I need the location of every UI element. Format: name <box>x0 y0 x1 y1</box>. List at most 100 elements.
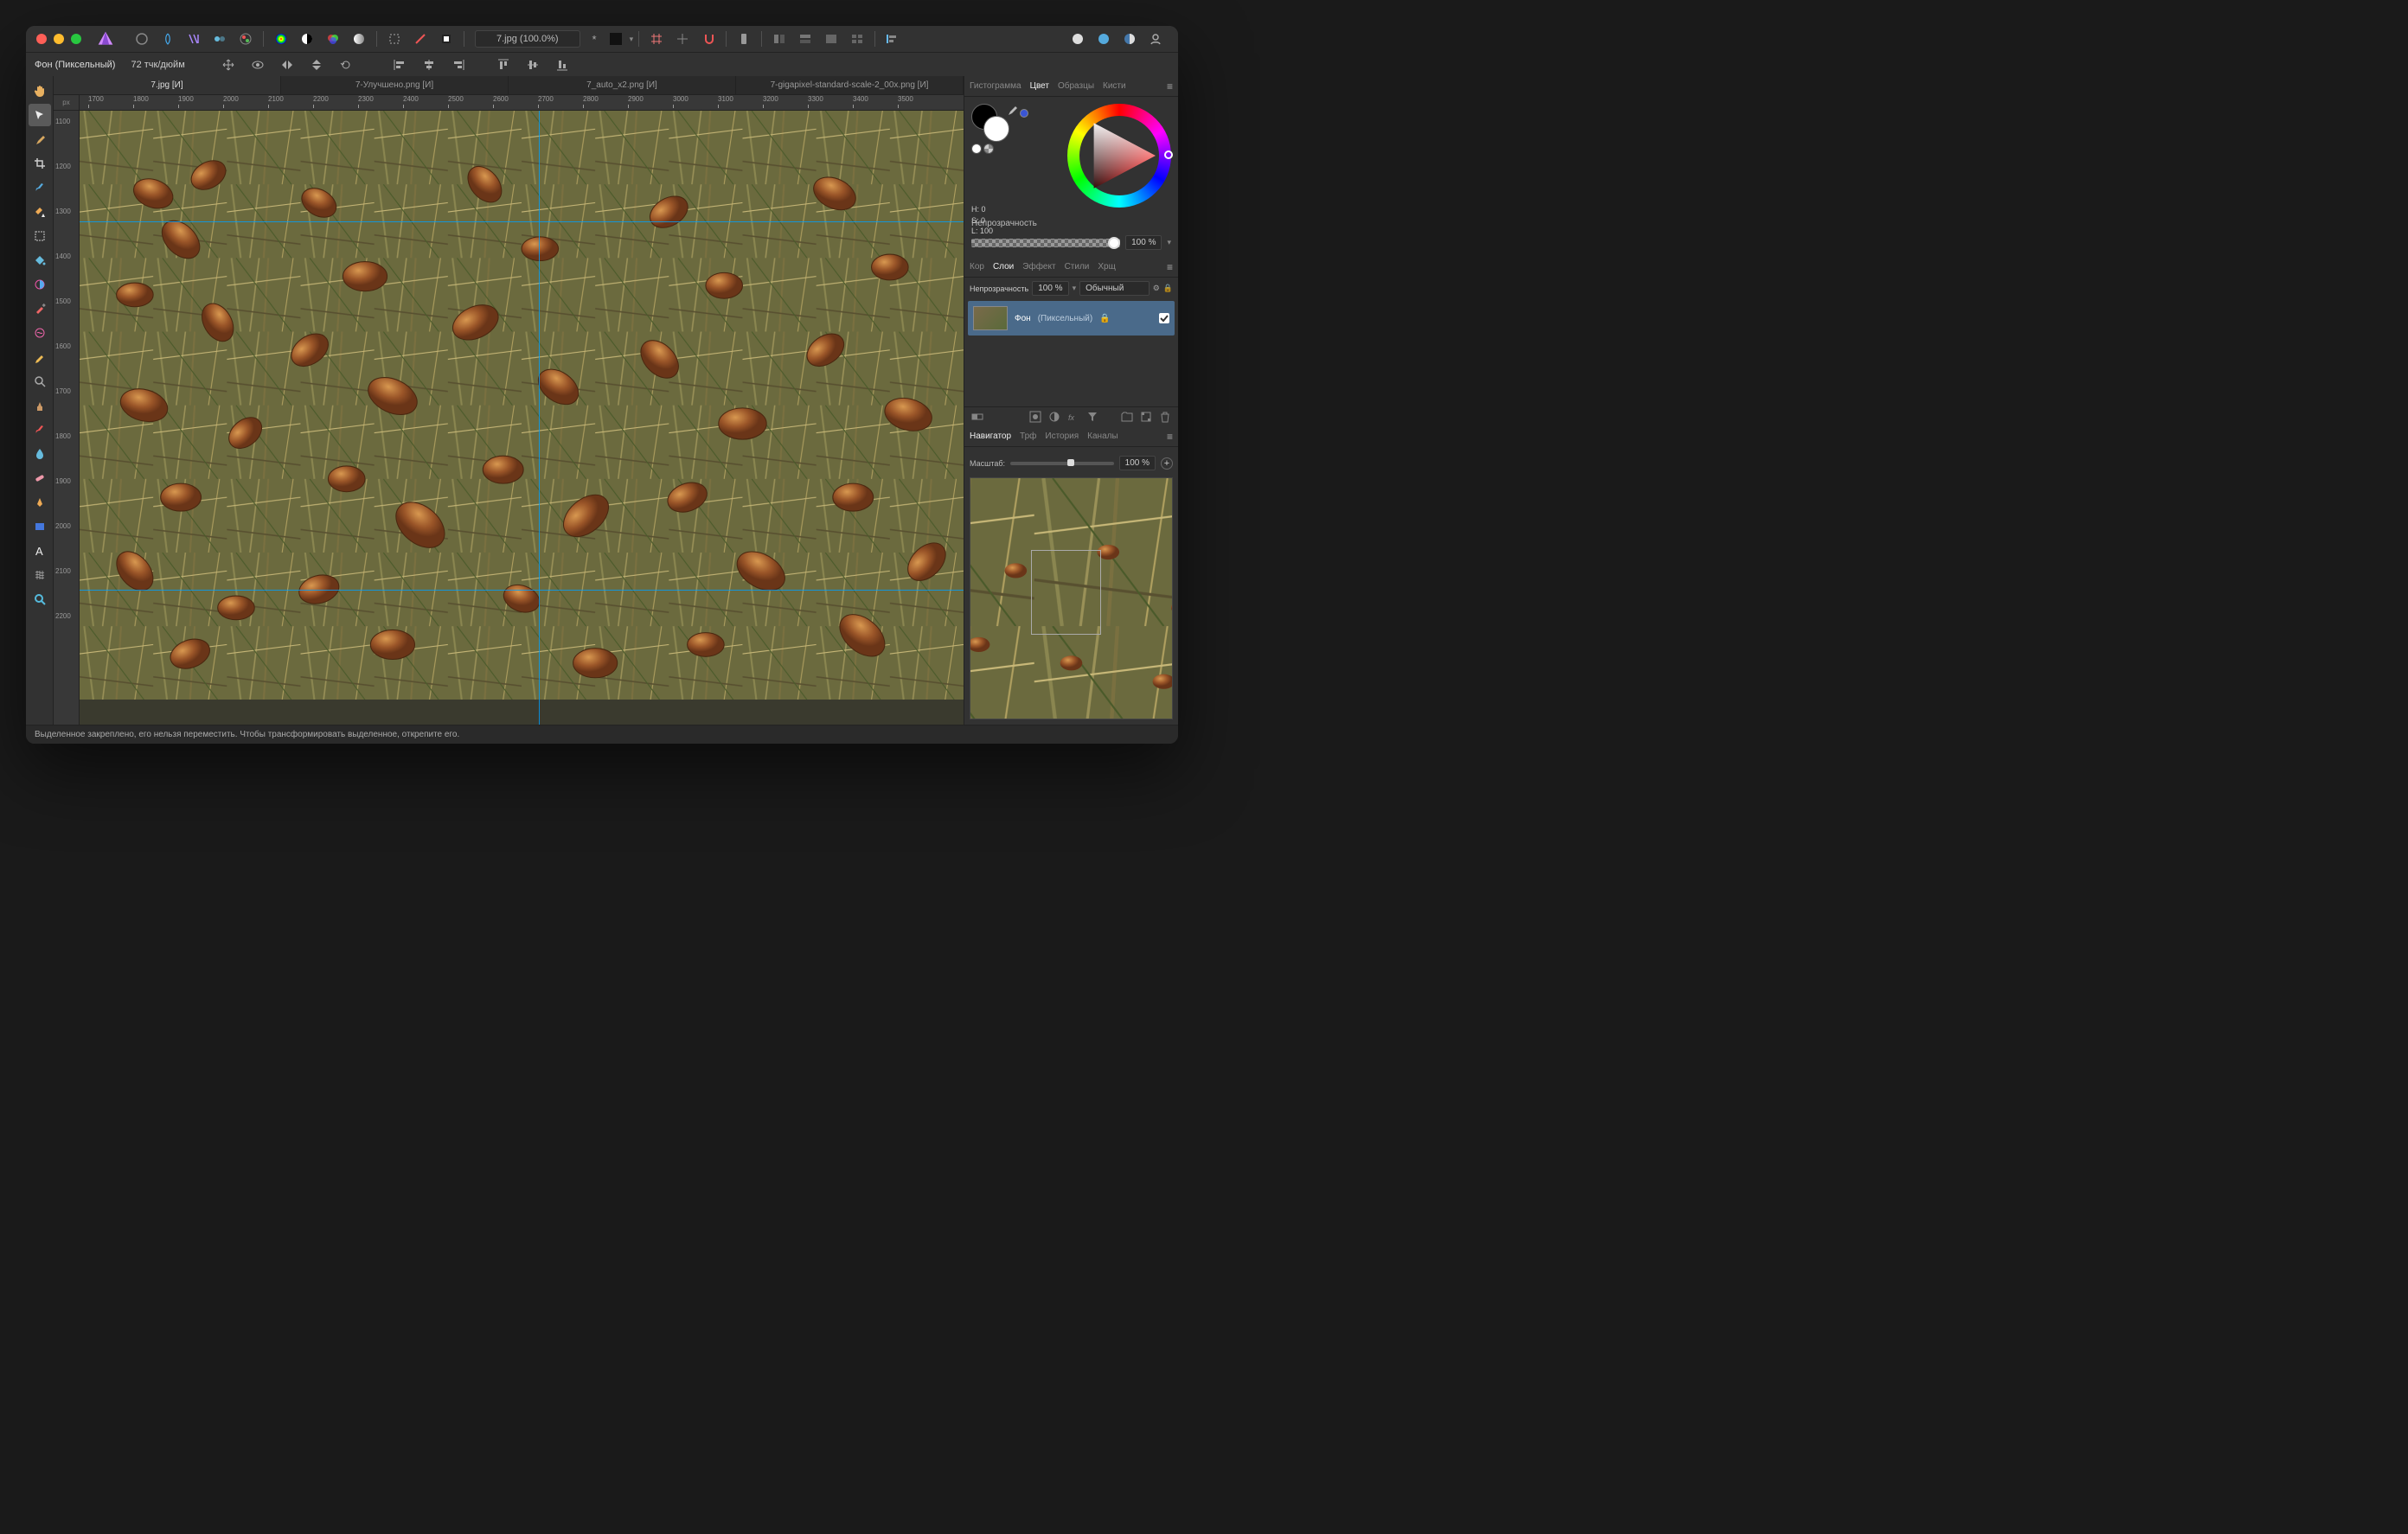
stock-3-icon[interactable] <box>1118 29 1142 49</box>
navigator-thumbnail[interactable] <box>970 477 1173 719</box>
crop-tool[interactable] <box>29 152 51 175</box>
zoom-tool[interactable] <box>29 588 51 610</box>
doc-tab-3[interactable]: 7-gigapixel-standard-scale-2_00x.png [И] <box>736 76 964 94</box>
navigator-viewport-rect[interactable] <box>1031 550 1102 634</box>
clone-tool[interactable] <box>29 394 51 417</box>
hand-tool[interactable] <box>29 80 51 102</box>
text-tool[interactable]: A <box>29 540 51 562</box>
gradient-tool[interactable] <box>29 273 51 296</box>
assets-icon[interactable] <box>732 29 756 49</box>
persona-develop-icon[interactable] <box>182 29 206 49</box>
doc-tab-0[interactable]: 7.jpg [И] <box>54 76 281 94</box>
flood-select-tool[interactable] <box>29 201 51 223</box>
persona-export-icon[interactable] <box>234 29 258 49</box>
ctx-rotate-icon[interactable] <box>336 56 356 74</box>
delete-layer-icon[interactable] <box>1159 411 1171 423</box>
tab-adjustments[interactable]: Кор <box>970 262 984 272</box>
arrange-3-icon[interactable] <box>819 29 843 49</box>
fx-icon[interactable]: fx <box>1067 411 1079 423</box>
align-top-icon[interactable] <box>493 56 514 74</box>
canvas-viewport[interactable] <box>80 111 964 725</box>
tab-navigator[interactable]: Навигатор <box>970 431 1011 441</box>
tab-text-styles[interactable]: Хрщ <box>1098 262 1115 272</box>
inpainting-tool[interactable] <box>29 419 51 441</box>
ruler-unit-label[interactable]: px <box>54 95 80 111</box>
sampled-color-swatch[interactable] <box>1020 109 1028 118</box>
align-right-icon[interactable] <box>448 56 469 74</box>
selection-brush-tool[interactable] <box>29 176 51 199</box>
panel-menu-icon[interactable]: ≡ <box>1167 80 1173 93</box>
marquee-tool[interactable] <box>29 225 51 247</box>
channels-icon[interactable] <box>321 29 345 49</box>
healing-tool[interactable] <box>29 467 51 489</box>
tab-styles[interactable]: Стили <box>1065 262 1090 272</box>
minimize-window-button[interactable] <box>54 34 64 44</box>
zoom-slider[interactable] <box>1010 462 1114 465</box>
layer-lock-icon[interactable]: 🔒 <box>1163 284 1173 293</box>
layer-row[interactable]: Фон (Пиксельный) 🔒 <box>968 301 1175 336</box>
group-icon[interactable] <box>1121 411 1133 423</box>
tab-history[interactable]: История <box>1045 431 1079 441</box>
tab-brushes[interactable]: Кисти <box>1103 81 1126 91</box>
tab-transform[interactable]: Трф <box>1020 431 1036 441</box>
grid-icon[interactable] <box>644 29 669 49</box>
tab-color[interactable]: Цвет <box>1030 81 1049 91</box>
ctx-eye-icon[interactable] <box>247 56 268 74</box>
live-filter-icon[interactable] <box>1086 411 1098 423</box>
align-left-icon[interactable] <box>389 56 410 74</box>
ctx-flip-h-icon[interactable] <box>277 56 298 74</box>
pencil-tool[interactable] <box>29 346 51 368</box>
stock-2-icon[interactable] <box>1092 29 1116 49</box>
tab-effects[interactable]: Эффект <box>1022 262 1055 272</box>
dodge-tool[interactable] <box>29 370 51 393</box>
document-title-field[interactable]: 7.jpg (100.0%) <box>475 30 580 48</box>
mask-icon[interactable] <box>1029 411 1041 423</box>
persona-liquify-icon[interactable] <box>156 29 180 49</box>
layers-panel-menu-icon[interactable]: ≡ <box>1167 261 1173 273</box>
guide-horizontal-2[interactable] <box>80 590 964 591</box>
zoom-in-button[interactable]: + <box>1161 457 1173 470</box>
paint-mixer-tool[interactable] <box>29 322 51 344</box>
bg-color-icon[interactable] <box>604 29 628 49</box>
persona-tone-icon[interactable] <box>208 29 232 49</box>
contrast-icon[interactable] <box>295 29 319 49</box>
blur-tool[interactable] <box>29 443 51 465</box>
close-window-button[interactable] <box>36 34 47 44</box>
paint-brush-tool[interactable] <box>29 297 51 320</box>
ruler-horizontal[interactable]: 1700180019002000210022002300240025002600… <box>80 95 964 111</box>
tab-swatches[interactable]: Образцы <box>1058 81 1094 91</box>
opacity-value[interactable]: 100 % <box>1125 235 1162 250</box>
blend-mode-dropdown[interactable]: Обычный <box>1079 281 1150 296</box>
arrange-4-icon[interactable] <box>845 29 869 49</box>
persona-photo-icon[interactable] <box>130 29 154 49</box>
account-icon[interactable] <box>1143 29 1168 49</box>
zoom-value[interactable]: 100 % <box>1119 456 1156 470</box>
doc-tab-1[interactable]: 7-Улучшено.png [И] <box>281 76 509 94</box>
selection-marquee-icon[interactable] <box>382 29 407 49</box>
doc-tab-2[interactable]: 7_auto_x2.png [И] <box>509 76 736 94</box>
opacity-dropdown-icon[interactable]: ▾ <box>1167 238 1171 247</box>
rectangle-tool[interactable] <box>29 515 51 538</box>
move-tool[interactable] <box>29 104 51 126</box>
nav-panel-menu-icon[interactable]: ≡ <box>1167 431 1173 443</box>
tab-histogram[interactable]: Гистограмма <box>970 81 1021 91</box>
layer-opacity-value[interactable]: 100 % <box>1032 281 1068 296</box>
opacity-slider[interactable] <box>971 239 1120 247</box>
blend-ranges-icon[interactable] <box>971 411 983 423</box>
mesh-tool[interactable] <box>29 564 51 586</box>
guide-horizontal-1[interactable] <box>80 221 964 222</box>
align-bottom-icon[interactable] <box>552 56 573 74</box>
tab-channels[interactable]: Каналы <box>1087 431 1118 441</box>
default-white-swatch[interactable] <box>971 144 982 154</box>
guides-icon[interactable] <box>670 29 695 49</box>
ctx-flip-v-icon[interactable] <box>306 56 327 74</box>
eyedropper-mini-icon[interactable] <box>1006 104 1018 116</box>
snap-icon[interactable] <box>696 29 720 49</box>
secondary-color-swatch[interactable] <box>983 116 1009 142</box>
align-center-v-icon[interactable] <box>522 56 543 74</box>
guide-vertical[interactable] <box>539 111 540 725</box>
color-wheel-icon[interactable] <box>269 29 293 49</box>
arrange-1-icon[interactable] <box>767 29 791 49</box>
color-picker-tool[interactable] <box>29 128 51 150</box>
align-icon[interactable] <box>881 29 905 49</box>
